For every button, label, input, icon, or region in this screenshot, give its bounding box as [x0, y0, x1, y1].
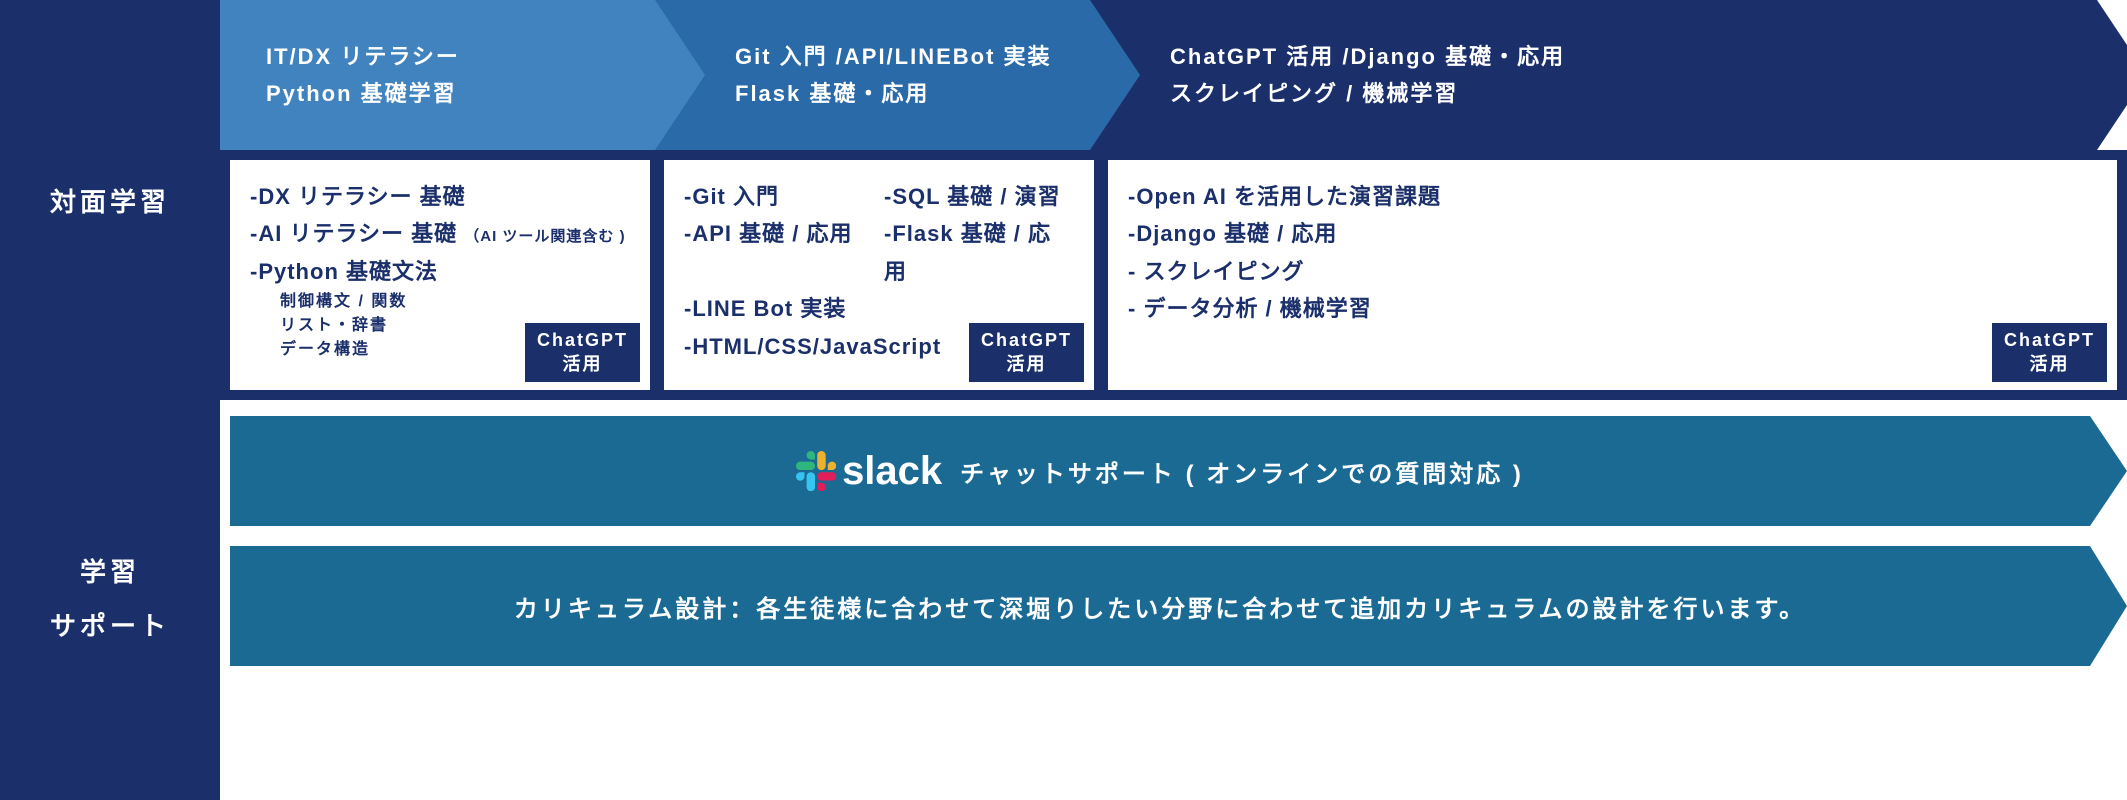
card1-item-b-main: -AI リテラシー 基礎: [250, 221, 457, 246]
badge-line1: ChatGPT: [981, 329, 1072, 352]
card-2: -Git 入門 -SQL 基礎 / 演習 -API 基礎 / 応用 -Flask…: [664, 160, 1094, 390]
slack-icon: [796, 451, 836, 491]
card2-item-b: -SQL 基礎 / 演習: [884, 178, 1074, 215]
support-banner-slack: slack チャットサポート ( オンラインでの質問対応 ): [230, 416, 2090, 526]
sidebar-bottom-line1: 学習: [80, 552, 140, 594]
badge-line2: 活用: [981, 353, 1072, 376]
top-content: IT/DX リテラシー Python 基礎学習 Git 入門 /API/LINE…: [220, 0, 2127, 400]
badge-line1: ChatGPT: [2004, 329, 2095, 352]
phase-1: IT/DX リテラシー Python 基礎学習: [220, 0, 655, 150]
card1-sub1: 制御構文 / 関数: [250, 290, 630, 314]
card3-item-c: - スクレイピング: [1128, 253, 2097, 290]
support-content: slack チャットサポート ( オンラインでの質問対応 ) カリキュラム設計：…: [220, 400, 2127, 800]
badge-line1: ChatGPT: [537, 329, 628, 352]
slack-wordmark: slack: [842, 449, 942, 494]
support-banner1-text: チャットサポート ( オンラインでの質問対応 ): [960, 454, 1524, 489]
sidebar-bottom-line2: サポート: [50, 606, 170, 648]
card2-item-a: -Git 入門: [684, 178, 874, 215]
card3-item-b: -Django 基礎 / 応用: [1128, 215, 2097, 252]
sidebar-learning-support: 学習 サポート: [0, 400, 220, 800]
support-banner2-text: カリキュラム設計：各生徒様に合わせて深堀りしたい分野に合わせて追加カリキュラムの…: [514, 589, 1806, 624]
card2-item-d: -Flask 基礎 / 応用: [884, 215, 1074, 290]
phase-2: Git 入門 /API/LINEBot 実装 Flask 基礎・応用: [655, 0, 1090, 150]
sidebar-in-person-learning: 対面学習: [0, 0, 220, 400]
card3-item-a: -Open AI を活用した演習課題: [1128, 178, 2097, 215]
phase-2-line2: Flask 基礎・応用: [735, 75, 1090, 112]
card3-item-d: - データ分析 / 機械学習: [1128, 290, 2097, 327]
card2-badge: ChatGPT 活用: [969, 323, 1084, 382]
phase-1-line2: Python 基礎学習: [266, 75, 655, 112]
card1-item-b-note: （AI ツール関連含む ): [464, 228, 625, 245]
sidebar-label-top: 対面学習: [50, 182, 170, 219]
badge-line2: 活用: [537, 353, 628, 376]
card1-item-b: -AI リテラシー 基礎 （AI ツール関連含む ): [250, 215, 630, 252]
card2-item-c: -API 基礎 / 応用: [684, 215, 874, 290]
badge-line2: 活用: [2004, 353, 2095, 376]
phases-row: IT/DX リテラシー Python 基礎学習 Git 入門 /API/LINE…: [220, 0, 2127, 150]
phase-3-line1: ChatGPT 活用 /Django 基礎・応用: [1170, 38, 2097, 75]
card1-item-a: -DX リテラシー 基礎: [250, 178, 630, 215]
slack-logo: slack: [796, 449, 942, 494]
phase-3: ChatGPT 活用 /Django 基礎・応用 スクレイピング / 機械学習: [1090, 0, 2097, 150]
card1-item-c: -Python 基礎文法: [250, 253, 630, 290]
card-1: -DX リテラシー 基礎 -AI リテラシー 基礎 （AI ツール関連含む ) …: [230, 160, 650, 390]
phase-3-line2: スクレイピング / 機械学習: [1170, 75, 2097, 112]
card-3: -Open AI を活用した演習課題 -Django 基礎 / 応用 - スクレ…: [1108, 160, 2117, 390]
card1-badge: ChatGPT 活用: [525, 323, 640, 382]
cards-row: -DX リテラシー 基礎 -AI リテラシー 基礎 （AI ツール関連含む ) …: [220, 150, 2127, 400]
phase-1-line1: IT/DX リテラシー: [266, 38, 655, 75]
phase-2-line1: Git 入門 /API/LINEBot 実装: [735, 38, 1090, 75]
support-banner-curriculum: カリキュラム設計：各生徒様に合わせて深堀りしたい分野に合わせて追加カリキュラムの…: [230, 546, 2090, 666]
card3-badge: ChatGPT 活用: [1992, 323, 2107, 382]
card2-item-e: -LINE Bot 実装: [684, 290, 1074, 327]
